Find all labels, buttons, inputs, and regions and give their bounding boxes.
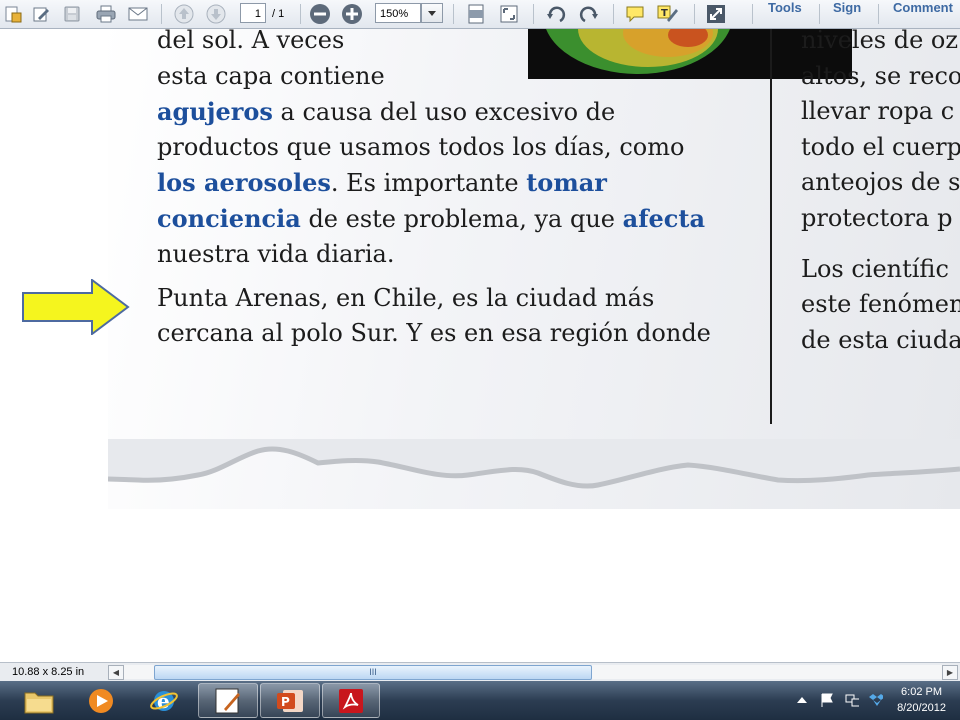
chevron-down-icon <box>428 11 436 16</box>
highlight-term: conciencia <box>157 204 301 233</box>
page-total-label: / 1 <box>272 8 285 20</box>
body-line: nuestra vida diaria. <box>157 240 395 268</box>
taskbar-adobe-reader-button[interactable] <box>322 683 380 718</box>
system-clock[interactable]: 6:02 PM 8/20/2012 <box>897 684 946 716</box>
rotate-clockwise-icon[interactable] <box>578 3 600 25</box>
save-icon[interactable] <box>61 3 83 25</box>
zoom-dropdown-button[interactable] <box>421 3 443 23</box>
document-viewport[interactable]: del sol. A veces esta capa contiene aguj… <box>0 29 960 662</box>
body-line: los aerosoles. Es importante tomar <box>157 168 607 197</box>
right-column-line: todo el cuerp <box>801 133 960 161</box>
network-icon[interactable] <box>845 693 859 707</box>
comment-bubble-icon[interactable] <box>624 3 646 25</box>
fit-width-icon[interactable] <box>465 3 487 25</box>
zoom-level-select[interactable]: 150% <box>375 3 421 23</box>
highlight-text-icon[interactable]: T <box>657 3 679 25</box>
taskbar-explorer-button[interactable] <box>16 683 62 718</box>
taskbar-powerpoint-button[interactable]: P <box>260 683 320 718</box>
previous-page-icon[interactable] <box>173 3 195 25</box>
body-line: del sol. A veces <box>157 29 345 54</box>
right-column-line: Los científic <box>801 255 949 283</box>
action-center-flag-icon[interactable] <box>820 693 834 707</box>
rotate-counterclockwise-icon[interactable] <box>545 3 567 25</box>
yellow-arrow-icon <box>22 279 130 335</box>
windows-taskbar: e P 6:02 PM 8/20/2012 <box>0 681 960 720</box>
page-size-label: 10.88 x 8.25 in <box>12 666 85 678</box>
right-column-line: este fenómen <box>801 290 960 318</box>
body-line: conciencia de este problema, ya que afec… <box>157 204 706 233</box>
highlight-term: tomar <box>526 168 607 197</box>
scroll-left-button[interactable]: ◀ <box>108 665 124 680</box>
status-bar: 10.88 x 8.25 in ◀ III ▶ <box>0 662 960 681</box>
dropbox-icon[interactable] <box>869 693 883 707</box>
right-column-line: llevar ropa c <box>801 97 955 125</box>
media-player-icon <box>89 688 113 713</box>
taskbar-internet-explorer-button[interactable]: e <box>137 683 191 718</box>
highlight-term: afecta <box>622 204 706 233</box>
right-column-line: anteojos de s <box>801 168 960 196</box>
internet-explorer-icon: e <box>150 689 178 713</box>
create-pdf-icon[interactable] <box>2 3 24 25</box>
svg-text:e: e <box>157 689 170 713</box>
svg-text:P: P <box>281 695 290 709</box>
full-screen-icon[interactable] <box>705 3 727 25</box>
scroll-right-button[interactable]: ▶ <box>942 665 958 680</box>
taskbar-powerpoint-edit-button[interactable] <box>198 683 258 718</box>
body-line: productos que usamos todos los días, com… <box>157 133 685 161</box>
right-column-line: niveles de oz <box>801 29 959 54</box>
fit-page-icon[interactable] <box>498 3 520 25</box>
body-line: cercana al polo Sur. Y es en esa región … <box>157 319 711 347</box>
print-icon[interactable] <box>95 3 117 25</box>
clock-time: 6:02 PM <box>901 686 943 698</box>
comment-pane-link[interactable]: Comment <box>893 0 953 28</box>
column-divider <box>770 29 772 424</box>
page-number-input[interactable]: 1 <box>240 3 266 23</box>
edit-slide-icon <box>215 688 240 713</box>
highlight-term: los aerosoles <box>157 168 331 197</box>
show-hidden-icons-icon[interactable] <box>796 695 810 709</box>
torn-paper-edge <box>108 439 960 489</box>
next-page-icon[interactable] <box>205 3 227 25</box>
zoom-out-icon[interactable] <box>309 3 331 25</box>
folder-icon <box>24 692 54 713</box>
clock-date: 8/20/2012 <box>897 702 946 714</box>
right-column-line: protectora p <box>801 204 953 232</box>
email-icon[interactable] <box>127 3 149 25</box>
svg-text:T: T <box>661 8 668 19</box>
edit-document-icon[interactable] <box>30 3 52 25</box>
body-line: agujeros a causa del uso excesivo de <box>157 97 616 126</box>
highlight-term: agujeros <box>157 97 273 126</box>
body-line: Punta Arenas, en Chile, es la ciudad más <box>157 284 655 312</box>
right-column-line: altos, se reco <box>801 62 960 90</box>
powerpoint-icon: P <box>277 689 303 712</box>
reader-toolbar: 1 / 1 150% T Tools Sign Comment <box>0 0 960 29</box>
tools-pane-link[interactable]: Tools <box>768 0 802 28</box>
taskbar-media-player-button[interactable] <box>74 683 128 718</box>
adobe-reader-icon <box>339 688 363 713</box>
body-line: esta capa contiene <box>157 62 385 90</box>
sign-pane-link[interactable]: Sign <box>833 0 861 28</box>
zoom-in-icon[interactable] <box>341 3 363 25</box>
horizontal-scrollbar-thumb[interactable]: III <box>154 665 592 680</box>
right-column-line: de esta ciuda <box>801 326 960 354</box>
